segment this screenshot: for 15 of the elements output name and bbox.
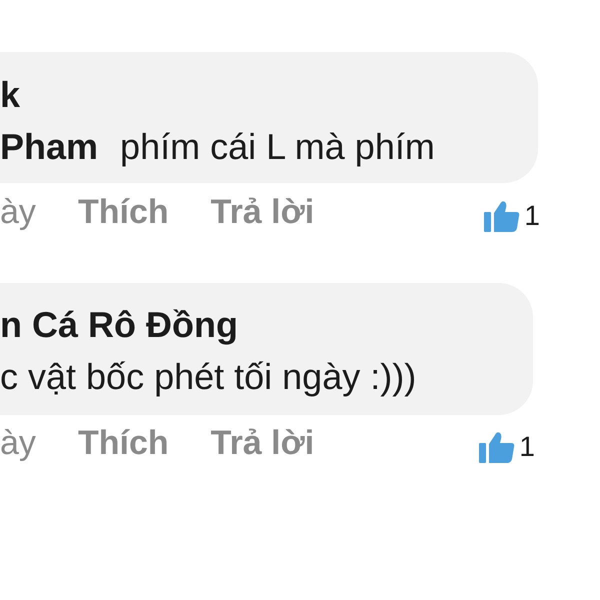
reaction-count: 1: [519, 431, 535, 463]
comment-time: ày: [0, 424, 37, 462]
author-name[interactable]: Pham: [0, 126, 98, 167]
reply-link[interactable]: Trả lời: [210, 424, 314, 462]
reaction-count: 1: [524, 200, 540, 232]
comment-text: c vật bốc phét tối ngày :))): [0, 356, 416, 397]
thumbs-up-icon: [484, 200, 520, 232]
comment-time: ày: [0, 192, 37, 232]
author-name[interactable]: k: [0, 74, 20, 115]
comment-text: phím cái L mà phím: [120, 126, 435, 167]
reply-link[interactable]: Trả lời: [210, 192, 314, 232]
thumbs-up-icon: [479, 431, 516, 463]
like-link[interactable]: Thích: [78, 424, 169, 462]
like-link[interactable]: Thích: [78, 192, 169, 232]
author-name[interactable]: n Cá Rô Đồng: [0, 304, 238, 345]
